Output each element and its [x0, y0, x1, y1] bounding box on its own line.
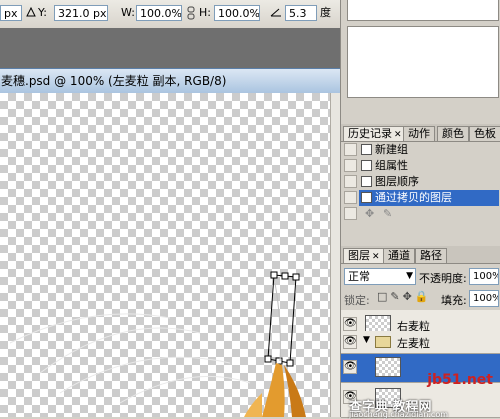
move-tool-icon[interactable]: ✥	[365, 206, 374, 222]
brush-icon[interactable]: ✎	[383, 206, 392, 222]
layers-panel-tabs: 图层 ✕ 通道 路径	[341, 246, 500, 264]
delta-icon	[26, 6, 36, 22]
h-field[interactable]: 100.0%	[214, 5, 260, 21]
h-field-value: 100.0%	[218, 7, 260, 20]
x-field-value: px	[4, 7, 18, 20]
chain-icon[interactable]	[186, 6, 196, 24]
angle-icon	[270, 6, 282, 22]
navigator-preview	[347, 26, 499, 98]
history-item-label: 组属性	[375, 159, 408, 172]
w-field-value: 100.0%	[140, 7, 182, 20]
history-toolbar: ✥ ✎	[343, 206, 499, 222]
history-source-checkbox[interactable]	[344, 207, 357, 220]
y-field-value: 321.0 px	[58, 7, 107, 20]
transform-handle[interactable]	[264, 355, 272, 363]
history-item-label: 新建组	[375, 143, 408, 156]
tab-layers[interactable]: 图层 ✕	[343, 248, 385, 263]
lock-icons[interactable]: □✎✥🔒	[377, 290, 432, 303]
history-item-label: 通过拷贝的图层	[375, 191, 452, 204]
blend-mode-value: 正常	[348, 270, 370, 283]
tab-layers-label: 图层	[348, 249, 370, 262]
history-state-icon	[361, 176, 372, 187]
tab-paths-label: 路径	[420, 249, 442, 262]
canvas-artwork	[9, 271, 306, 417]
history-item-selected[interactable]: 通过拷贝的图层	[343, 190, 499, 206]
tab-color-label: 颜色	[442, 127, 464, 140]
opacity-value: 100%	[473, 271, 499, 282]
tab-history-label: 历史记录	[348, 127, 392, 140]
transform-handle[interactable]	[281, 272, 289, 280]
tab-channels[interactable]: 通道	[383, 248, 415, 263]
folder-icon	[375, 336, 391, 348]
lock-label: 锁定:	[344, 294, 370, 307]
transform-handle[interactable]	[292, 273, 300, 281]
history-state-icon	[361, 144, 372, 155]
transform-handle[interactable]	[286, 359, 294, 367]
w-field[interactable]: 100.0%	[136, 5, 182, 21]
history-panel: 历史记录 ✕ 动作 颜色 色板 新建组 组属性 图层顺序 通过拷贝的图层 ✥ ✎	[341, 124, 500, 224]
blend-mode-select[interactable]: 正常 ▼	[344, 268, 416, 285]
tab-actions-label: 动作	[408, 127, 430, 140]
canvas[interactable]	[0, 93, 330, 417]
history-item-label: 图层顺序	[375, 175, 419, 188]
eye-icon[interactable]: 👁	[343, 335, 357, 349]
h-label: H:	[199, 6, 211, 19]
tab-channels-label: 通道	[388, 249, 410, 262]
tab-history[interactable]: 历史记录 ✕	[343, 126, 407, 141]
history-state-icon	[361, 160, 372, 171]
layer-group-row[interactable]: 👁 ▼ 左麦粒	[341, 331, 500, 354]
layer-name: 左麦粒	[397, 337, 430, 350]
history-source-checkbox[interactable]	[344, 159, 357, 172]
watermark-url: jiaocheng.chazidian.com	[349, 410, 449, 419]
history-item[interactable]: 图层顺序	[343, 174, 499, 190]
transform-box[interactable]	[264, 271, 300, 367]
tab-swatches[interactable]: 色板	[469, 126, 500, 141]
document-title-bar[interactable]: 麦穗.psd @ 100% (左麦粒 副本, RGB/8)	[0, 68, 340, 94]
history-item[interactable]: 新建组	[343, 142, 499, 158]
chevron-down-icon: ▼	[406, 271, 413, 281]
y-field[interactable]: 321.0 px	[54, 5, 108, 21]
x-field[interactable]: px	[0, 5, 22, 21]
history-source-checkbox[interactable]	[344, 191, 357, 204]
history-source-checkbox[interactable]	[344, 175, 357, 188]
fill-value: 100%	[473, 293, 499, 304]
tab-actions[interactable]: 动作	[403, 126, 435, 141]
opacity-field[interactable]: 100%	[469, 268, 499, 285]
w-label: W:	[121, 6, 135, 19]
navigator-preview-top	[347, 0, 499, 21]
close-icon[interactable]: ✕	[372, 252, 380, 262]
watermark: jb51.net 查字典 教程网 jiaocheng.chazidian.com	[343, 352, 499, 419]
fill-field[interactable]: 100%	[469, 290, 499, 307]
watermark-site: jb51.net	[427, 372, 493, 388]
history-panel-tabs: 历史记录 ✕ 动作 颜色 色板	[341, 124, 500, 142]
fill-label: 填充:	[441, 294, 467, 307]
tab-swatches-label: 色板	[474, 127, 496, 140]
wheat-awns	[9, 313, 251, 404]
history-item[interactable]: 组属性	[343, 158, 499, 174]
opacity-label: 不透明度:	[419, 272, 467, 285]
y-label: Y:	[38, 6, 47, 19]
transform-handle[interactable]	[270, 271, 278, 279]
eye-icon[interactable]: 👁	[343, 317, 357, 331]
history-source-checkbox[interactable]	[344, 143, 357, 156]
close-icon[interactable]: ✕	[394, 130, 402, 140]
tab-paths[interactable]: 路径	[415, 248, 447, 263]
chevron-down-icon[interactable]: ▼	[363, 335, 370, 345]
transform-handle[interactable]	[275, 357, 283, 365]
wheat-grains	[244, 282, 306, 417]
tab-color[interactable]: 颜色	[437, 126, 469, 141]
workspace-background	[0, 28, 340, 68]
options-bar: px Y: 321.0 px W: 100.0% H: 100.0% 5.3 度	[0, 0, 340, 29]
right-panel-column: 历史记录 ✕ 动作 颜色 色板 新建组 组属性 图层顺序 通过拷贝的图层 ✥ ✎…	[340, 0, 500, 419]
angle-unit: 度	[320, 6, 331, 19]
angle-field[interactable]: 5.3	[285, 5, 317, 21]
document-title: 麦穗.psd @ 100% (左麦粒 副本, RGB/8)	[1, 74, 227, 88]
history-state-icon	[361, 192, 372, 203]
angle-field-value: 5.3	[289, 7, 307, 20]
